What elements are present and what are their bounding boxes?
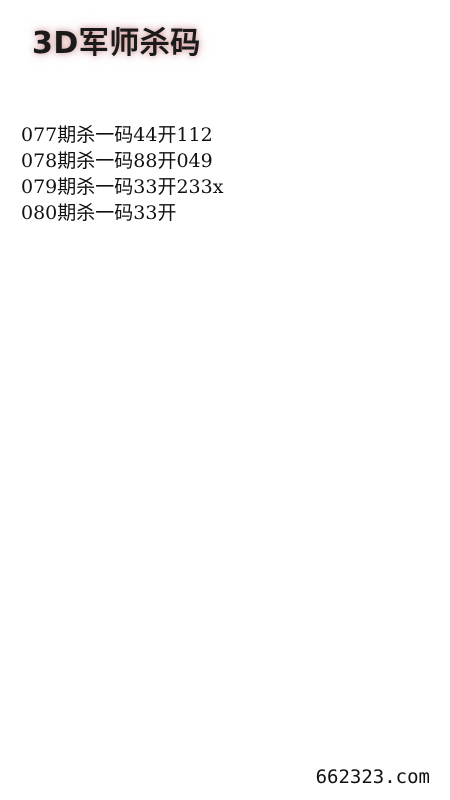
footer-site-watermark: 662323.com xyxy=(315,766,430,788)
list-item: 079期杀一码33开233x xyxy=(21,176,224,198)
list-item: 080期杀一码33开 xyxy=(21,202,177,224)
list-item: 078期杀一码88开049 xyxy=(21,150,213,172)
page-title: 3D军师杀码 xyxy=(32,26,201,61)
record-list: 077期杀一码44开112 078期杀一码88开049 079期杀一码33开23… xyxy=(21,122,223,226)
list-item: 077期杀一码44开112 xyxy=(21,124,213,146)
